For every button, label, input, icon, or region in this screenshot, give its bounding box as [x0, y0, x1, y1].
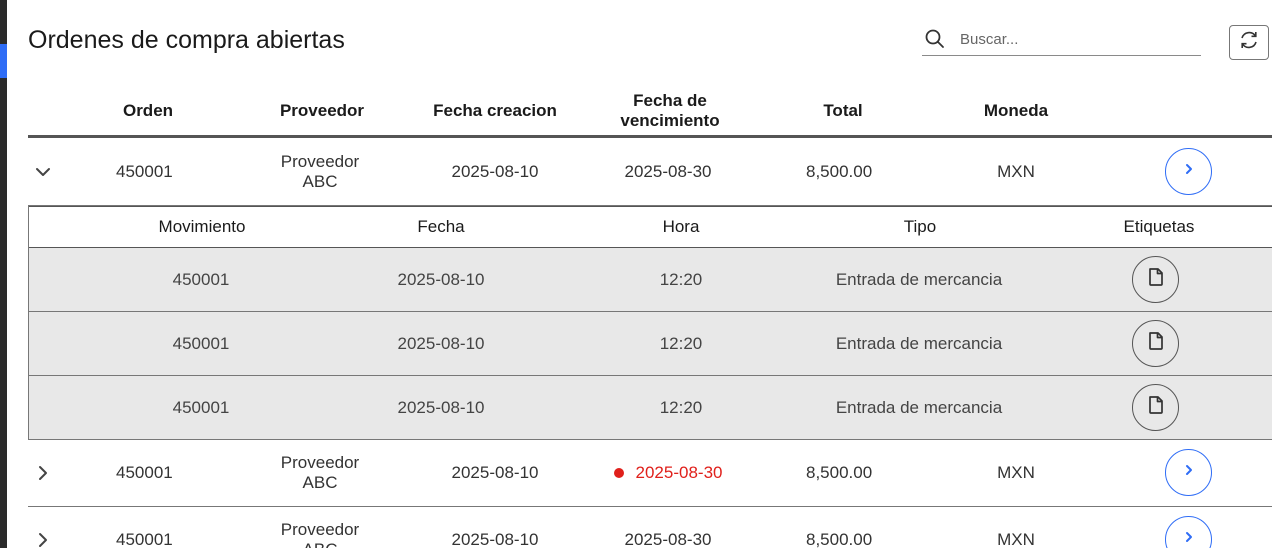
chevron-down-icon[interactable]	[32, 161, 54, 183]
created-date: 2025-08-10	[451, 530, 539, 548]
order-row[interactable]: 450001 Proveedor ABC 2025-08-10 2025-08-…	[28, 507, 1272, 548]
label-document-button[interactable]	[1132, 256, 1179, 303]
search-box[interactable]	[922, 24, 1201, 56]
open-order-button[interactable]	[1165, 516, 1212, 548]
page-title: Ordenes de compra abiertas	[28, 26, 345, 54]
movement-id: 450001	[172, 333, 230, 353]
chevron-right-icon[interactable]	[32, 529, 54, 548]
chevron-right-icon	[1181, 161, 1197, 182]
order-number: 450001	[116, 463, 173, 482]
due-date: 2025-08-30	[635, 463, 723, 482]
open-order-button[interactable]	[1165, 449, 1212, 496]
supplier-name: Proveedor ABC	[280, 453, 360, 492]
column-header-hora: Hora	[662, 217, 700, 236]
currency: MXN	[997, 463, 1035, 482]
movements-header: Movimiento Fecha Hora Tipo Etiquetas	[29, 206, 1272, 248]
sidebar-active-indicator	[0, 44, 7, 78]
supplier-name: Proveedor ABC	[280, 520, 360, 548]
label-document-button[interactable]	[1132, 384, 1179, 431]
movement-id: 450001	[172, 397, 230, 417]
movement-time: 12:20	[659, 333, 703, 353]
currency: MXN	[997, 530, 1035, 548]
movement-type: Entrada de mercancia	[835, 397, 1003, 417]
column-header-etiquetas: Etiquetas	[1123, 217, 1195, 236]
created-date: 2025-08-10	[451, 162, 539, 181]
open-order-button[interactable]	[1165, 148, 1212, 195]
document-icon	[1147, 267, 1165, 292]
order-total: 8,500.00	[806, 530, 873, 548]
column-header-proveedor: Proveedor	[279, 100, 365, 120]
order-row[interactable]: 450001 Proveedor ABC 2025-08-10 2025-08-…	[28, 139, 1272, 206]
order-number: 450001	[116, 530, 173, 548]
refresh-button[interactable]	[1229, 25, 1269, 60]
due-date: 2025-08-30	[624, 162, 712, 181]
column-header-fecha-vencimiento: Fecha de vencimiento	[620, 90, 720, 130]
refresh-icon	[1238, 29, 1260, 56]
movement-date: 2025-08-10	[397, 397, 485, 417]
movement-date: 2025-08-10	[397, 333, 485, 353]
column-header-moneda: Moneda	[983, 100, 1049, 120]
order-total: 8,500.00	[806, 162, 873, 181]
orders-table-header: Orden Proveedor Fecha creacion Fecha de …	[28, 86, 1272, 138]
document-icon	[1147, 331, 1165, 356]
column-header-fecha-creacion: Fecha creacion	[433, 100, 557, 120]
movement-time: 12:20	[659, 269, 703, 289]
due-date-overdue: 2025-08-30	[598, 440, 738, 506]
movement-row: 450001 2025-08-10 12:20 Entrada de merca…	[29, 376, 1272, 440]
column-header-movimiento: Movimiento	[158, 217, 246, 236]
movements-subtable: Movimiento Fecha Hora Tipo Etiquetas 450…	[28, 206, 1272, 440]
movement-date: 2025-08-10	[397, 269, 485, 289]
order-row[interactable]: 450001 Proveedor ABC 2025-08-10 2025-08-…	[28, 440, 1272, 507]
column-header-orden: Orden	[122, 100, 174, 120]
app-sidebar-edge	[0, 0, 7, 548]
created-date: 2025-08-10	[451, 463, 539, 482]
document-icon	[1147, 395, 1165, 420]
search-icon	[924, 28, 946, 50]
movement-type: Entrada de mercancia	[835, 333, 1003, 353]
label-document-button[interactable]	[1132, 320, 1179, 367]
column-header-tipo: Tipo	[903, 217, 937, 236]
movement-type: Entrada de mercancia	[835, 269, 1003, 289]
order-number: 450001	[116, 162, 173, 181]
search-input[interactable]	[960, 26, 1190, 52]
chevron-right-icon[interactable]	[32, 462, 54, 484]
supplier-name: Proveedor ABC	[280, 152, 360, 191]
overdue-indicator	[613, 468, 624, 478]
order-total: 8,500.00	[806, 463, 873, 482]
movement-row: 450001 2025-08-10 12:20 Entrada de merca…	[29, 312, 1272, 376]
column-header-total: Total	[823, 100, 863, 120]
movement-id: 450001	[172, 269, 230, 289]
currency: MXN	[997, 162, 1035, 181]
chevron-right-icon	[1181, 462, 1197, 483]
movement-time: 12:20	[659, 397, 703, 417]
movement-row: 450001 2025-08-10 12:20 Entrada de merca…	[29, 248, 1272, 312]
chevron-right-icon	[1181, 529, 1197, 548]
column-header-fecha: Fecha	[417, 217, 465, 236]
due-date: 2025-08-30	[624, 530, 712, 548]
